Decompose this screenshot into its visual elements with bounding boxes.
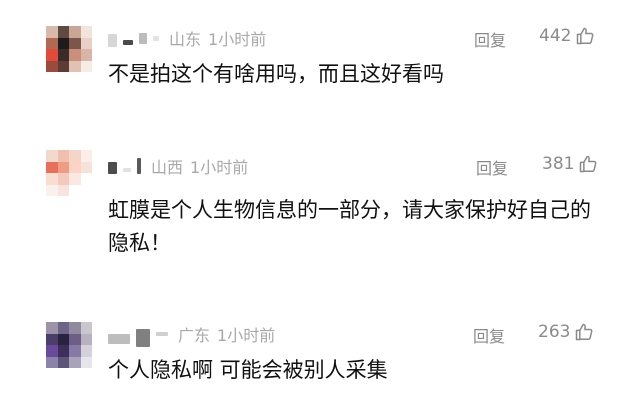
location-label: 山东 xyxy=(169,30,202,49)
thumbs-up-icon xyxy=(576,323,593,341)
timestamp: 1小时前 xyxy=(190,158,249,177)
like-count: 442 xyxy=(539,26,572,46)
like-count: 381 xyxy=(542,154,575,174)
like-button[interactable]: 442 xyxy=(539,26,595,46)
location-label: 广东 xyxy=(178,326,211,345)
timestamp: 1小时前 xyxy=(217,326,276,345)
like-count: 263 xyxy=(538,322,571,342)
like-button[interactable]: 381 xyxy=(542,154,598,174)
reply-button[interactable]: 回复 xyxy=(476,155,508,179)
comment-text: 虹膜是个人生物信息的一部分，请大家保护好自己的隐私！ xyxy=(108,198,591,255)
thumbs-up-icon xyxy=(580,155,597,173)
comment-meta: 山西 1小时前 xyxy=(108,155,248,177)
comment-text: 个人隐私啊 可能会被别人采集 xyxy=(108,358,388,382)
reply-button[interactable]: 回复 xyxy=(474,27,506,51)
comment-meta: 广东 1小时前 xyxy=(108,321,276,347)
timestamp: 1小时前 xyxy=(208,30,267,49)
avatar[interactable] xyxy=(46,322,92,368)
reply-button[interactable]: 回复 xyxy=(473,323,505,347)
username-redacted[interactable] xyxy=(108,321,168,347)
avatar[interactable] xyxy=(46,150,92,196)
username-redacted[interactable] xyxy=(108,158,141,174)
comment-text: 不是拍这个有啥用吗，而且这好看吗 xyxy=(108,62,444,86)
thumbs-up-icon xyxy=(577,27,594,45)
location-label: 山西 xyxy=(151,158,184,177)
username-redacted[interactable] xyxy=(108,30,159,47)
like-button[interactable]: 263 xyxy=(538,322,594,342)
comment-meta: 山东 1小时前 xyxy=(108,27,266,49)
avatar[interactable] xyxy=(46,26,92,72)
